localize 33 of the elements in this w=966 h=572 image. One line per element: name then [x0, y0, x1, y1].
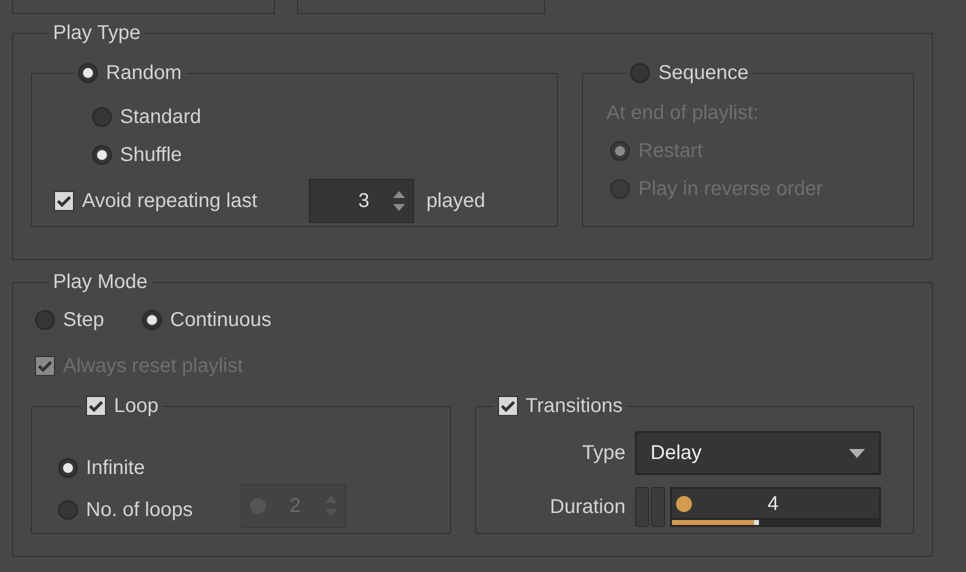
radio-label: Shuffle: [120, 143, 182, 167]
slider-handle-icon[interactable]: [634, 487, 649, 527]
radio-label: Continuous: [170, 308, 272, 332]
radio-button[interactable]: [92, 145, 112, 165]
caret-icon: [848, 448, 865, 458]
slider-handle-icon[interactable]: [650, 487, 665, 527]
group-title: Play Mode: [52, 270, 148, 294]
radio-label: Standard: [120, 105, 202, 129]
slider-knob-icon: [676, 496, 692, 512]
radio-label: Sequence: [658, 61, 748, 85]
radio-button[interactable]: [58, 458, 78, 478]
checkbox-label: Loop: [114, 394, 158, 418]
radio-button[interactable]: [35, 310, 55, 330]
radio-button[interactable]: [92, 107, 112, 127]
type-dropdown[interactable]: Delay: [634, 431, 881, 475]
checkbox[interactable]: [54, 191, 74, 211]
number-spinner[interactable]: 3: [309, 179, 414, 223]
radio-button[interactable]: [142, 310, 162, 330]
duration-slider[interactable]: 4: [670, 487, 881, 527]
radio-button[interactable]: [78, 63, 98, 83]
checkbox[interactable]: [498, 396, 518, 416]
checkbox[interactable]: [86, 396, 106, 416]
suffix-label: played: [426, 189, 486, 213]
field-label: Type: [581, 441, 626, 465]
checkbox-label: Avoid repeating last: [82, 189, 258, 213]
group-title: Play Type: [52, 21, 142, 45]
radio-button[interactable]: [58, 500, 78, 520]
radio-label: No. of loops: [86, 498, 193, 522]
checkbox-label: Transitions: [526, 394, 623, 418]
field-label: Duration: [548, 495, 626, 519]
radio-label: Random: [106, 61, 182, 85]
radio-label: Step: [63, 308, 104, 332]
radio-label: Infinite: [86, 456, 145, 480]
